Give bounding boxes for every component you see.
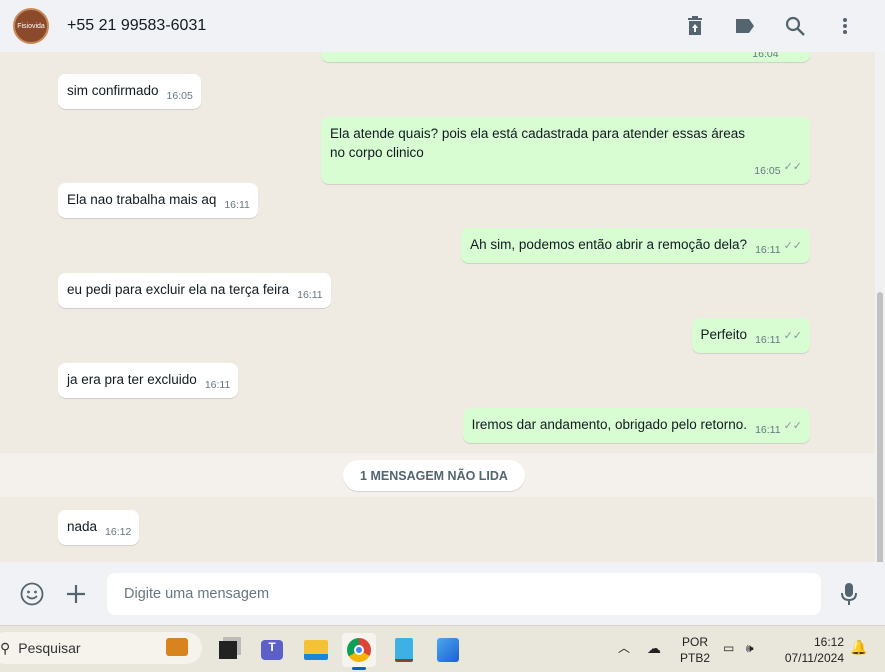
photos-icon[interactable] <box>431 633 465 667</box>
windows-taskbar: ⚲ Pesquisar T ︿ ☁ POR PTB2 ▭ 🕪 16:12 07/11/… <box>0 625 885 672</box>
message-time: 16:11 <box>224 199 250 211</box>
message-text: Ah sim, podemos então abrir a remoção de… <box>470 237 748 252</box>
message-time: 16:11 <box>755 334 781 346</box>
message-text: Iremos dar andamento, obrigado pelo reto… <box>471 417 748 432</box>
search-placeholder: Pesquisar <box>18 640 81 656</box>
message-text: eu pedi para excluir ela na terça feira <box>67 282 290 297</box>
message-list[interactable]: 16:04✓✓ sim confirmado16:05 Ela atende q… <box>0 52 875 562</box>
taskbar-search[interactable]: ⚲ Pesquisar <box>0 632 202 664</box>
message-time: 16:11 <box>755 244 781 256</box>
scrollbar-thumb[interactable] <box>877 292 883 602</box>
message-text: ja era pra ter excluido <box>67 372 197 387</box>
message-text: sim confirmado <box>67 83 159 98</box>
emoji-icon[interactable] <box>18 580 46 608</box>
composer: Digite uma mensagem <box>0 562 885 625</box>
label-icon[interactable] <box>731 12 759 40</box>
avatar-logo-text: Fisiovida <box>17 22 45 30</box>
language-indicator[interactable]: POR PTB2 <box>680 634 710 666</box>
notepad-icon[interactable] <box>387 633 421 667</box>
read-ticks-icon: ✓✓ <box>782 52 800 56</box>
message-incoming: nada 16:12 <box>58 510 140 545</box>
chrome-icon[interactable] <box>342 633 376 670</box>
unread-banner: 1 MENSAGEM NÃO LIDA <box>343 460 525 491</box>
scrollbar[interactable] <box>875 52 885 602</box>
message-input[interactable]: Digite uma mensagem <box>107 573 821 615</box>
message-text: Ela nao trabalha mais aq <box>67 192 217 207</box>
contact-name[interactable]: +55 21 99583-6031 <box>67 17 206 35</box>
read-ticks-icon: ✓✓ <box>783 161 802 173</box>
menu-icon[interactable] <box>831 12 859 40</box>
read-ticks-icon: ✓✓ <box>783 240 802 252</box>
task-view-icon[interactable] <box>211 633 245 667</box>
attach-plus-icon[interactable] <box>62 580 90 608</box>
message-incoming: eu pedi para excluir ela na terça feira 1… <box>58 273 331 308</box>
clock[interactable]: 16:12 07/11/2024 <box>780 634 844 666</box>
read-ticks-icon: ✓✓ <box>783 420 802 432</box>
microphone-icon[interactable] <box>835 580 863 608</box>
read-ticks-icon: ✓✓ <box>783 330 802 342</box>
message-outgoing: Ah sim, podemos então abrir a remoção de… <box>461 228 810 263</box>
clock-date: 07/11/2024 <box>784 651 844 665</box>
message-time: 16:05 <box>166 90 193 102</box>
message-time: 16:04 <box>752 52 779 60</box>
lang-top: POR <box>682 635 709 649</box>
chat-header: Fisiovida +55 21 99583-6031 <box>0 0 885 52</box>
message-outgoing: Ela atende quais? pois ela está cadastra… <box>321 117 810 184</box>
onedrive-offline-icon[interactable]: ☁ <box>647 640 661 656</box>
message-text: Perfeito <box>700 327 748 342</box>
message-text: nada <box>67 519 98 534</box>
message-incoming: sim confirmado 16:05 <box>58 74 201 109</box>
message-time: 16:11 <box>297 289 323 301</box>
file-explorer-icon[interactable] <box>299 633 333 667</box>
briefcase-icon <box>166 638 188 656</box>
lang-bottom: PTB2 <box>680 651 711 665</box>
message-incoming: Ela nao trabalha mais aq 16:11 <box>58 183 258 218</box>
message-outgoing: Perfeito 16:11 ✓✓ <box>691 318 810 353</box>
search-icon[interactable] <box>781 12 809 40</box>
volume-icon[interactable]: 🕪 <box>746 640 754 656</box>
clock-time: 16:12 <box>813 635 844 649</box>
search-icon: ⚲ <box>0 639 11 656</box>
message-time: 16:12 <box>105 526 132 538</box>
contact-avatar[interactable]: Fisiovida <box>13 8 49 44</box>
delete-icon[interactable] <box>681 12 709 40</box>
message-time: 16:11 <box>204 379 231 391</box>
notification-bell-icon[interactable]: 🔔 <box>850 639 867 655</box>
message-outgoing: 16:04✓✓ <box>321 52 810 62</box>
message-time: 16:11 <box>755 424 781 436</box>
network-icon[interactable]: ▭ <box>723 640 734 656</box>
show-hidden-icons-chevron[interactable]: ︿ <box>618 640 630 656</box>
teams-icon[interactable]: T <box>255 633 289 667</box>
message-outgoing: Iremos dar andamento, obrigado pelo reto… <box>462 408 810 443</box>
message-time: 16:05 <box>754 165 781 177</box>
message-incoming: ja era pra ter excluido 16:11 <box>58 363 239 398</box>
